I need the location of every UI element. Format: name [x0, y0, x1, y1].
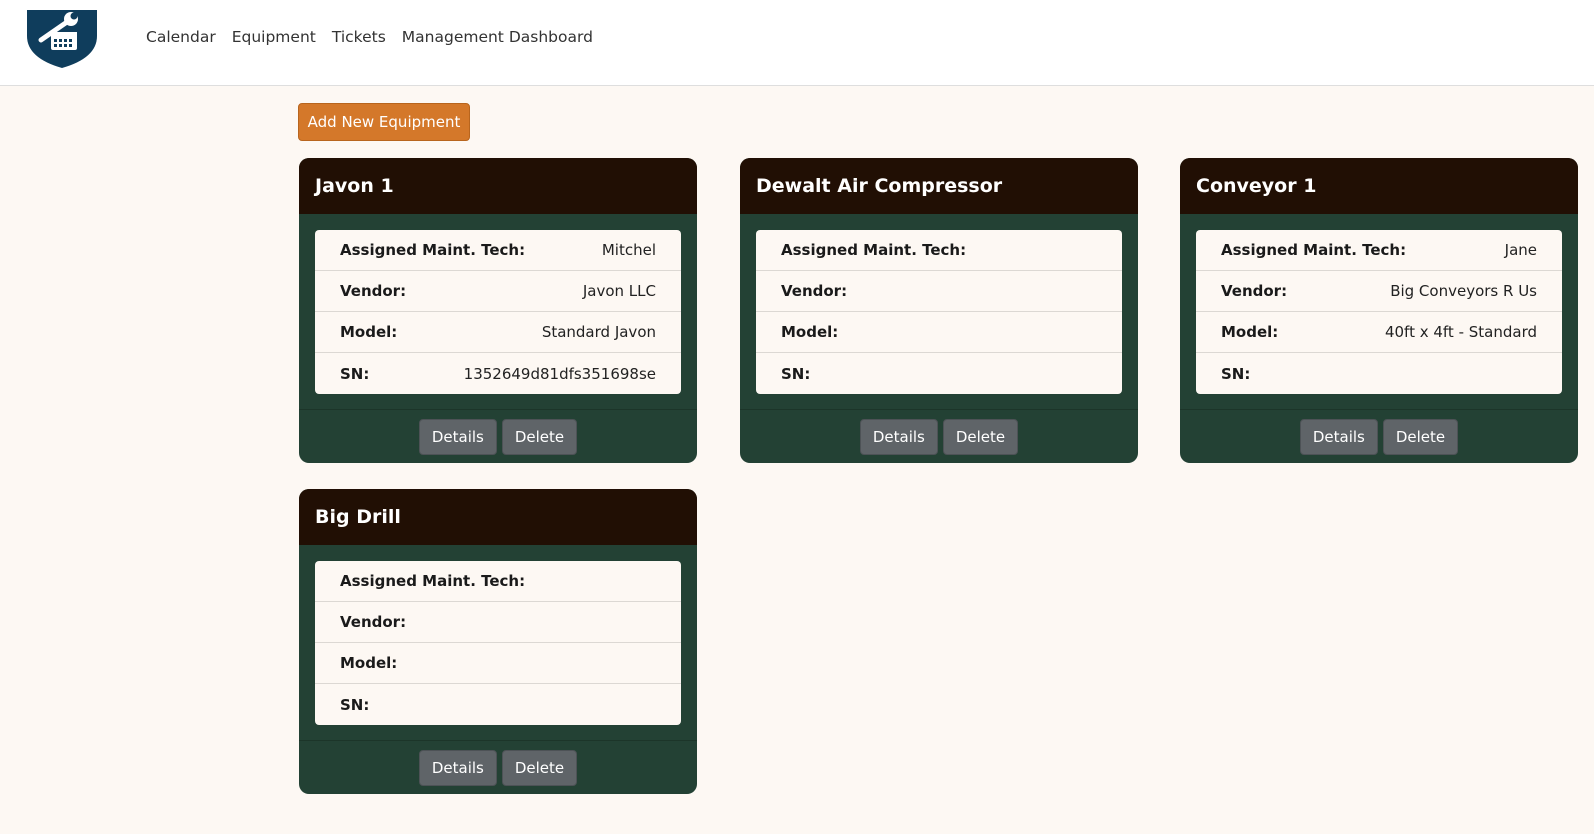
- details-button[interactable]: Details: [1299, 418, 1378, 455]
- card-body: Assigned Maint. Tech: Mitchel Vendor: Javo…: [299, 214, 697, 394]
- details-button[interactable]: Details: [859, 418, 938, 455]
- model-row: Model:: [756, 312, 1122, 353]
- card-footer: Details Delete: [1180, 409, 1578, 463]
- equipment-info-list: Assigned Maint. Tech: Jane Vendor: Big Con…: [1196, 230, 1562, 394]
- card-header: Dewalt Air Compressor: [740, 158, 1138, 214]
- wrench-calendar-shield-icon: [27, 9, 97, 68]
- tech-row: Assigned Maint. Tech: Mitchel: [315, 230, 681, 271]
- model-row: Model: Standard Javon: [315, 312, 681, 353]
- equipment-info-list: Assigned Maint. Tech: Mitchel Vendor: Javo…: [315, 230, 681, 394]
- field-label: Assigned Maint. Tech:: [1221, 241, 1407, 259]
- equipment-name: Dewalt Air Compressor: [756, 175, 1003, 197]
- field-label: SN:: [340, 695, 370, 714]
- field-value: Standard Javon: [541, 323, 656, 341]
- equipment-info-list: Assigned Maint. Tech: Vendor: Model: SN:: [756, 230, 1122, 394]
- field-label: Vendor:: [1221, 282, 1288, 300]
- tech-row: Assigned Maint. Tech: Jane: [1196, 230, 1562, 271]
- field-value: Javon LLC: [582, 282, 656, 300]
- equipment-name: Conveyor 1: [1196, 175, 1317, 197]
- sn-row: SN:: [1196, 353, 1562, 394]
- nav-tickets[interactable]: Tickets: [332, 28, 386, 46]
- field-label: Model:: [781, 323, 839, 341]
- card-footer: Details Delete: [299, 740, 697, 794]
- field-value: Big Conveyors R Us: [1390, 282, 1537, 300]
- field-label: Vendor:: [340, 282, 407, 300]
- vendor-row: Vendor:: [756, 271, 1122, 312]
- sn-row: SN: 1352649d81dfs351698se: [315, 353, 681, 394]
- equipment-name: Javon 1: [315, 175, 394, 197]
- card-body: Assigned Maint. Tech: Vendor: Model: SN:: [740, 214, 1138, 394]
- vendor-row: Vendor:: [315, 602, 681, 643]
- card-header: Big Drill: [299, 489, 697, 545]
- card-body: Assigned Maint. Tech: Vendor: Model: SN:: [299, 545, 697, 725]
- field-label: SN:: [1221, 364, 1251, 383]
- equipment-name: Big Drill: [315, 506, 401, 528]
- equipment-card: Big Drill Assigned Maint. Tech: Vendor: …: [299, 489, 697, 794]
- details-button[interactable]: Details: [418, 418, 497, 455]
- card-body: Assigned Maint. Tech: Jane Vendor: Big Con…: [1180, 214, 1578, 394]
- top-navbar: Calendar Equipment Tickets Management Da…: [0, 0, 1594, 86]
- equipment-card: Conveyor 1 Assigned Maint. Tech: Jane Ven…: [1180, 158, 1578, 463]
- field-label: Model:: [340, 654, 398, 672]
- tech-row: Assigned Maint. Tech:: [756, 230, 1122, 271]
- field-label: Model:: [340, 323, 398, 341]
- model-row: Model:: [315, 643, 681, 684]
- delete-button[interactable]: Delete: [501, 418, 578, 455]
- nav-calendar[interactable]: Calendar: [146, 28, 216, 46]
- field-label: Assigned Maint. Tech:: [781, 241, 967, 259]
- field-value: Mitchel: [601, 241, 656, 259]
- nav-management-dashboard[interactable]: Management Dashboard: [402, 28, 593, 46]
- nav-equipment[interactable]: Equipment: [232, 28, 316, 46]
- main-nav: Calendar Equipment Tickets Management Da…: [146, 28, 609, 46]
- card-footer: Details Delete: [740, 409, 1138, 463]
- app-logo[interactable]: [2, 2, 122, 73]
- add-new-equipment-button[interactable]: Add New Equipment: [298, 103, 470, 141]
- field-label: Model:: [1221, 323, 1279, 341]
- field-value: Jane: [1504, 241, 1537, 259]
- field-label: Assigned Maint. Tech:: [340, 572, 526, 590]
- delete-button[interactable]: Delete: [501, 749, 578, 786]
- sn-row: SN:: [315, 684, 681, 725]
- card-header: Javon 1: [299, 158, 697, 214]
- field-label: SN:: [340, 364, 370, 383]
- details-button[interactable]: Details: [418, 749, 497, 786]
- field-label: Assigned Maint. Tech:: [340, 241, 526, 259]
- model-row: Model: 40ft x 4ft - Standard: [1196, 312, 1562, 353]
- equipment-info-list: Assigned Maint. Tech: Vendor: Model: SN:: [315, 561, 681, 725]
- delete-button[interactable]: Delete: [942, 418, 1019, 455]
- field-value: 1352649d81dfs351698se: [463, 364, 656, 383]
- card-footer: Details Delete: [299, 409, 697, 463]
- equipment-card: Dewalt Air Compressor Assigned Maint. Te…: [740, 158, 1138, 463]
- delete-button[interactable]: Delete: [1382, 418, 1459, 455]
- tech-row: Assigned Maint. Tech:: [315, 561, 681, 602]
- equipment-card: Javon 1 Assigned Maint. Tech: Mitchel Ven…: [299, 158, 697, 463]
- card-header: Conveyor 1: [1180, 158, 1578, 214]
- field-label: SN:: [781, 364, 811, 383]
- field-label: Vendor:: [340, 613, 407, 631]
- vendor-row: Vendor: Javon LLC: [315, 271, 681, 312]
- field-value: 40ft x 4ft - Standard: [1384, 323, 1537, 341]
- sn-row: SN:: [756, 353, 1122, 394]
- vendor-row: Vendor: Big Conveyors R Us: [1196, 271, 1562, 312]
- field-label: Vendor:: [781, 282, 848, 300]
